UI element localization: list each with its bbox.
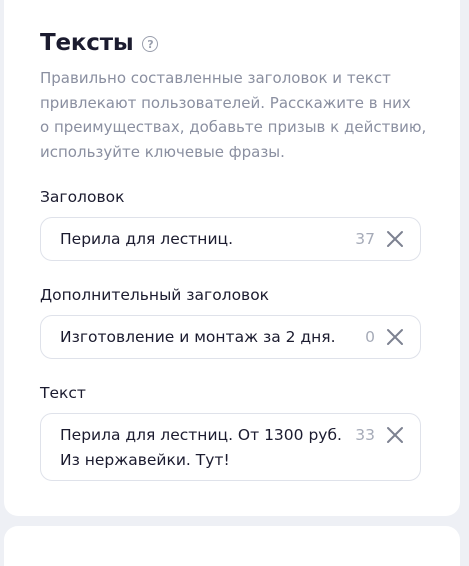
text-value-line: Из нержавейки. Тут! <box>60 451 230 469</box>
subheadline-value[interactable]: Изготовление и монтаж за 2 дня. <box>60 325 336 350</box>
close-icon[interactable] <box>386 230 404 248</box>
section-header: Тексты ? <box>40 30 159 56</box>
description-line: привлекают пользователей. Расскажите в н… <box>40 93 411 112</box>
description-line: Правильно составленные заголовок и текст <box>40 69 391 87</box>
subheadline-label: Дополнительный заголовок <box>40 286 270 304</box>
question-circle-icon[interactable]: ? <box>142 36 159 52</box>
text-value-line: Перила для лестниц. От 1300 руб. <box>60 426 342 444</box>
section-title: Тексты <box>40 30 134 56</box>
text-field[interactable]: Перила для лестниц. От 1300 руб. Из нерж… <box>40 413 421 481</box>
text-counter: 33 <box>355 426 375 444</box>
close-icon[interactable] <box>386 328 404 346</box>
texts-card: Тексты ? Правильно составленные заголово… <box>4 0 460 516</box>
section-description: Правильно составленные заголовок и текст… <box>40 66 427 164</box>
description-line: используйте ключевые фразы. <box>40 142 285 161</box>
headline-label: Заголовок <box>40 188 125 206</box>
subheadline-field[interactable]: Изготовление и монтаж за 2 дня. 0 <box>40 315 421 359</box>
close-icon[interactable] <box>386 426 404 444</box>
headline-field[interactable]: Перила для лестниц. 37 <box>40 217 421 261</box>
next-card <box>4 526 460 566</box>
text-label: Текст <box>40 384 86 402</box>
text-value[interactable]: Перила для лестниц. От 1300 руб. Из нерж… <box>60 423 342 473</box>
headline-counter: 37 <box>355 230 375 248</box>
headline-value[interactable]: Перила для лестниц. <box>60 227 233 252</box>
subheadline-counter: 0 <box>365 328 375 346</box>
description-line: о преимуществах, добавьте призыв к дейст… <box>40 118 427 136</box>
